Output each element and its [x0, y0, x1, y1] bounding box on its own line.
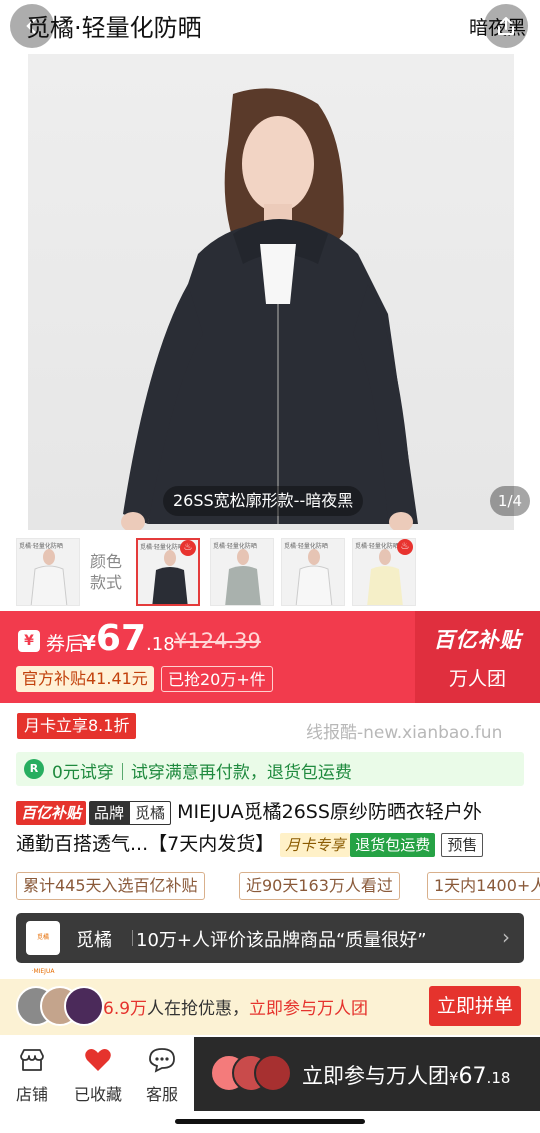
brand-divider	[132, 930, 133, 946]
nav-service[interactable]: 客服	[134, 1047, 190, 1105]
thumb-tag: 觅橘·轻量化防晒	[140, 544, 184, 551]
thumb-tag: 觅橘·轻量化防晒	[19, 543, 63, 550]
share-button[interactable]	[484, 4, 528, 48]
after-coupon-label: 券后	[46, 633, 85, 655]
card-promo-tag[interactable]: 月卡立享8.1折	[17, 713, 137, 739]
current-price: ¥67.18	[82, 618, 175, 659]
heart-icon	[85, 1049, 111, 1071]
watermark-text: 线报酷-new.xianbao.fun	[306, 723, 503, 743]
model-illustration	[121, 88, 418, 530]
home-indicator	[175, 1119, 365, 1124]
stat-pill-3: 1天内1400+人	[427, 872, 540, 900]
title-text-2: 通勤百搭透气...【7天内发货】	[16, 833, 275, 855]
image-caption: 26SS宽松廓形款--暗夜黑	[163, 486, 364, 516]
variant-thumb-cream[interactable]: 觅橘·轻量化防晒 ♨	[352, 538, 416, 606]
flame-icon: ♨	[397, 539, 413, 555]
flame-icon: ♨	[180, 540, 196, 556]
trial-text: 0元试穿｜试穿满意再付款，退货包运费	[52, 763, 352, 783]
chat-icon	[149, 1048, 175, 1073]
chevron-right-icon: ›	[502, 925, 510, 949]
avatar	[254, 1054, 292, 1092]
variant-thumb-white[interactable]: 觅橘·轻量化防晒	[16, 538, 80, 606]
coupon-icon: ¥	[18, 630, 40, 652]
sold-count-pill: 已抢20万+件	[161, 666, 273, 692]
nav-favorite[interactable]: 已收藏	[68, 1047, 128, 1105]
nav-favorite-label: 已收藏	[73, 1085, 122, 1104]
image-counter: 1/4	[490, 486, 530, 516]
thumb-tag: 觅橘·轻量化防晒	[284, 543, 328, 550]
store-icon	[20, 1049, 44, 1071]
title-tag-presale: 预售	[441, 832, 484, 857]
top-header: 觅橘·轻量化防晒 暗夜黑	[0, 0, 540, 50]
page-title: 觅橘·轻量化防晒	[26, 14, 202, 42]
product-title-line1: 百亿补贴 品牌 觅橘 MIEJUA觅橘26SS原纱防晒衣轻户外	[16, 797, 482, 827]
title-tag-card: 月卡专享	[280, 832, 351, 857]
bybt-badge-text: 百亿补贴	[433, 627, 522, 652]
group-label: 万人团	[448, 667, 506, 690]
variant-label: 颜色 款式	[90, 552, 123, 592]
group-buy-text: 6.9万人在抢优惠，立即参与万人团	[103, 999, 369, 1019]
bybt-badge: 百亿补贴 万人团	[415, 611, 540, 703]
title-tag-brand-name: 觅橘	[129, 800, 172, 825]
original-price: ¥124.39	[174, 629, 261, 653]
join-group-button[interactable]: 立即拼单	[429, 986, 521, 1026]
title-tag-bybt: 百亿补贴	[16, 800, 87, 825]
brand-logo: 觅橘·MIEJUA	[26, 921, 60, 975]
title-tag-return: 退货包运费	[350, 832, 436, 857]
product-title-line2: 通勤百搭透气...【7天内发货】 月卡专享 退货包运费 预售	[16, 829, 484, 859]
product-hero-image[interactable]	[28, 54, 514, 530]
cta-text: 立即参与万人团¥67.18	[302, 1064, 511, 1089]
variant-thumb-white-2[interactable]: 觅橘·轻量化防晒	[281, 538, 345, 606]
brand-review-text: 10万+人评价该品牌商品“质量很好”	[136, 930, 427, 951]
stat-pill-2: 近90天163万人看过	[239, 872, 400, 900]
free-trial-bar[interactable]: R 0元试穿｜试穿满意再付款，退货包运费	[16, 752, 524, 786]
variant-thumb-gray[interactable]: 觅橘·轻量化防晒	[210, 538, 274, 606]
trial-icon: R	[24, 759, 44, 779]
variant-thumb-black[interactable]: 觅橘·轻量化防晒 ♨	[136, 538, 200, 606]
thumb-tag: 觅橘·轻量化防晒	[355, 543, 399, 550]
share-icon	[498, 17, 514, 35]
thumb-tag: 觅橘·轻量化防晒	[213, 543, 257, 550]
nav-store[interactable]: 店铺	[4, 1047, 60, 1105]
brand-bar[interactable]: 觅橘·MIEJUA 觅橘 10万+人评价该品牌商品“质量很好” ›	[16, 913, 524, 975]
stat-pill-1: 累计445天入选百亿补贴	[16, 872, 205, 900]
avatar	[64, 986, 104, 1026]
nav-service-label: 客服	[145, 1085, 178, 1104]
brand-name: 觅橘	[76, 930, 112, 951]
title-text-1: MIEJUA觅橘26SS原纱防晒衣轻户外	[177, 801, 482, 823]
title-tag-brand: 品牌	[89, 800, 130, 825]
nav-store-label: 店铺	[15, 1085, 48, 1104]
subsidy-pill: 官方补贴41.41元	[16, 666, 154, 692]
